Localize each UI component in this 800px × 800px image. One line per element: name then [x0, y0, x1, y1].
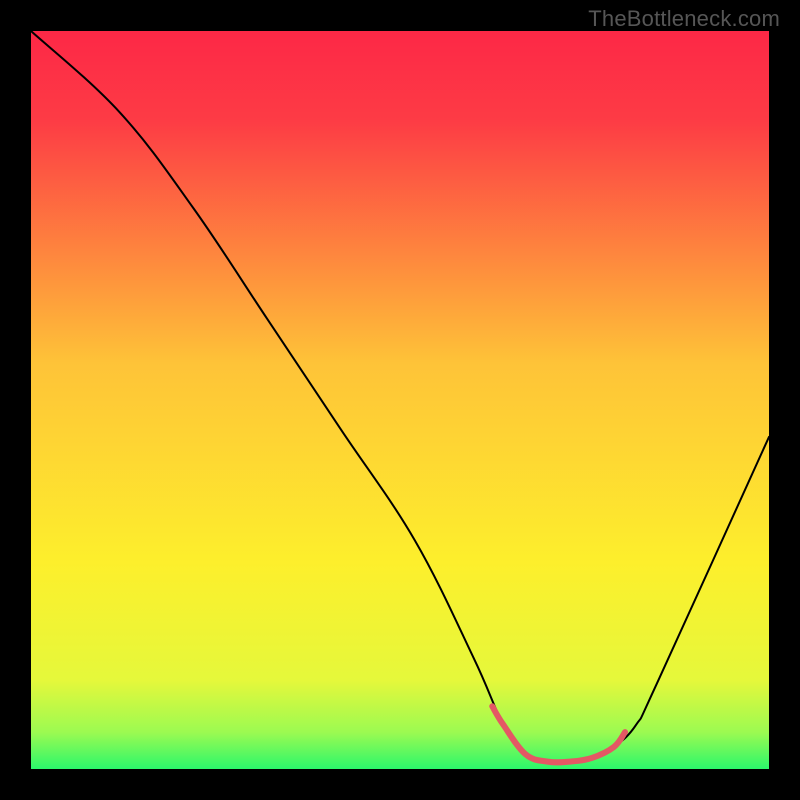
gradient-background: [31, 31, 769, 769]
chart-svg: [31, 31, 769, 769]
plot-area: [31, 31, 769, 769]
chart-container: TheBottleneck.com: [0, 0, 800, 800]
watermark-text: TheBottleneck.com: [588, 6, 780, 32]
